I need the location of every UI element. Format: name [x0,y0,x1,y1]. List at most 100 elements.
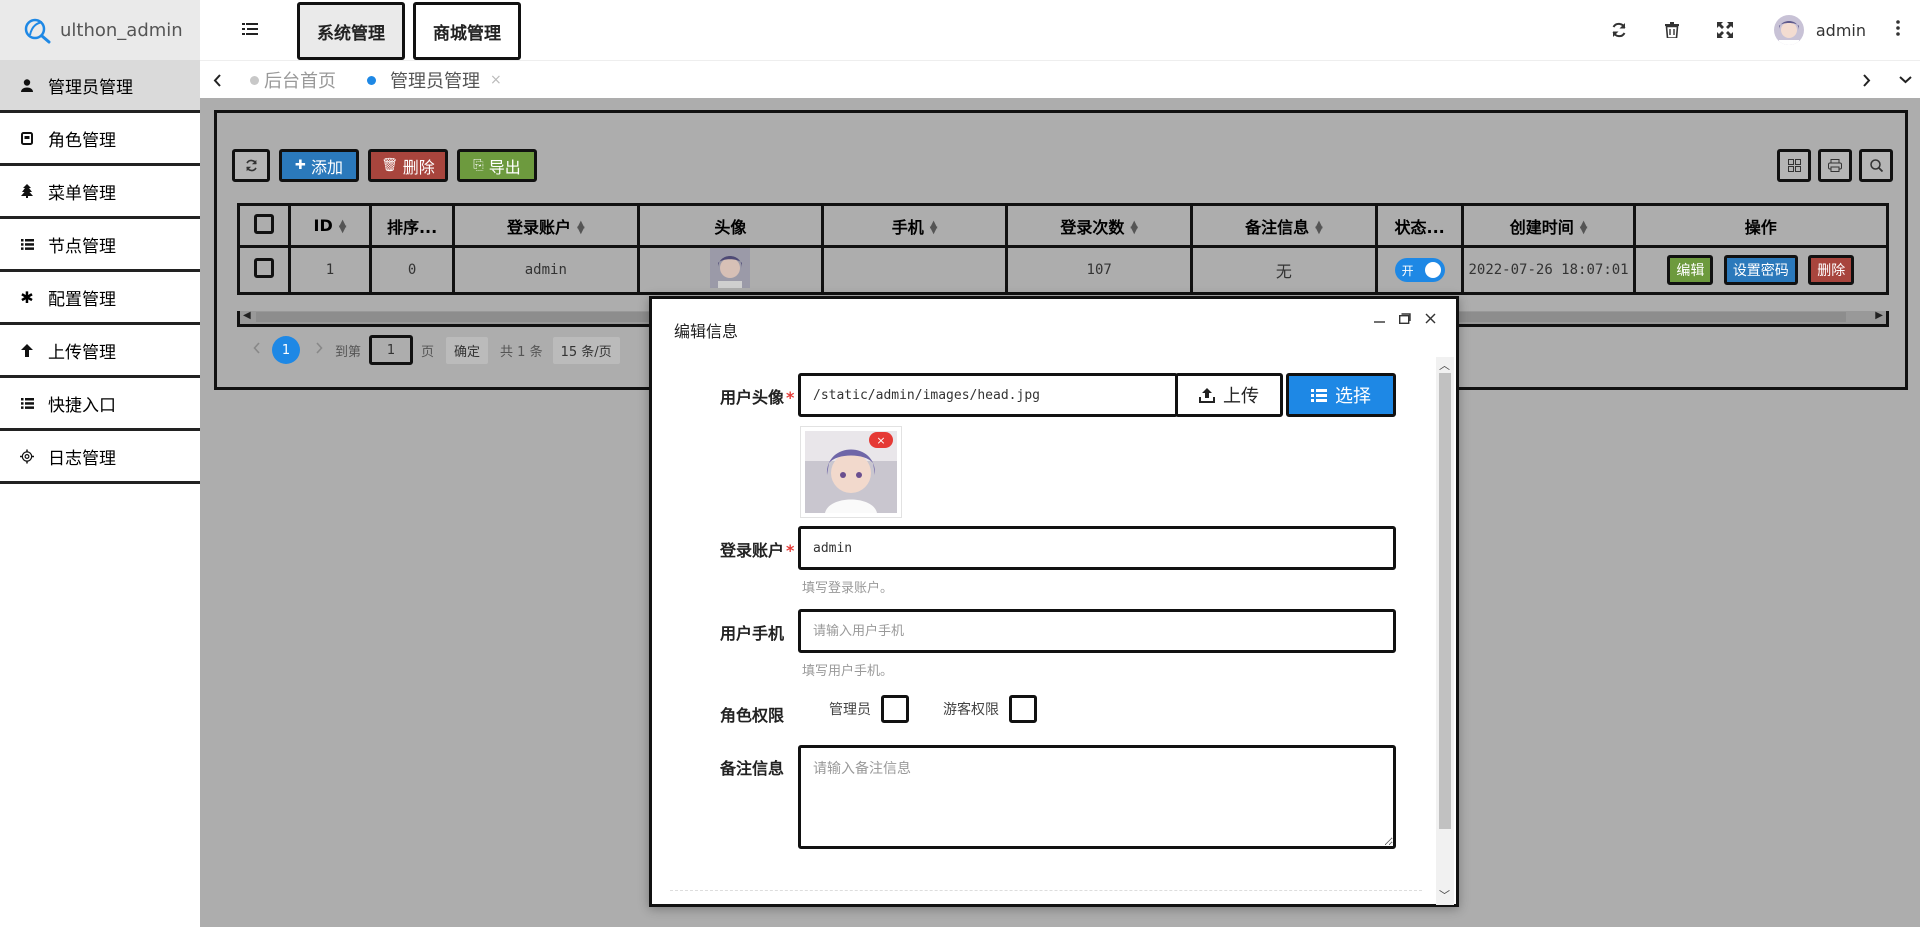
add-button[interactable]: ✚ 添加 [279,149,359,182]
tab-dot [250,75,259,85]
logo-icon [24,18,51,44]
chevron-left-icon[interactable] [202,61,232,99]
print-button[interactable] [1818,149,1852,182]
prev-page-icon[interactable] [253,342,260,358]
sidebar-item-label: 角色管理 [48,130,116,151]
role-option-admin[interactable]: 管理员 [829,695,909,723]
col-logins[interactable]: 登录次数 ▲ ▼ [1005,203,1194,248]
chevron-right-icon[interactable] [1852,61,1882,99]
upload-button[interactable]: 上传 [1175,373,1283,417]
minimize-icon[interactable] [1374,313,1385,324]
role-checkbox[interactable] [881,695,909,723]
sort-icon[interactable]: ▲ ▼ [577,220,585,236]
col-account[interactable]: 登录账户 ▲ ▼ [451,203,640,248]
scroll-up-icon[interactable]: ︿ [1439,357,1450,373]
sidebar-item-log[interactable]: 日志管理 [0,431,200,484]
sort-icon[interactable]: ▲ ▼ [339,218,347,234]
remark-field-label: 备注信息 [720,755,784,779]
row-delete-button[interactable]: 删除 [1808,255,1855,285]
page-size-select[interactable]: 15 条/页 [552,336,620,364]
avatar-thumbnail[interactable] [710,248,751,288]
sidebar-item-menu[interactable]: 菜单管理 [0,166,200,219]
account-help-text: 填写登录账户。 [802,581,894,596]
avatar[interactable] [1773,15,1804,45]
row-select-cell[interactable] [237,245,291,295]
upload-icon [1199,387,1215,403]
sidebar-item-config[interactable]: ✱ 配置管理 [0,272,200,325]
col-sort[interactable]: 排序... [369,203,455,248]
phone-input[interactable] [798,609,1396,653]
col-id[interactable]: ID ▲ ▼ [287,203,373,248]
required-mark: * [786,541,795,560]
list-icon [1311,388,1327,402]
page-tab-home[interactable]: 后台首页 [250,61,336,99]
remove-image-button[interactable]: × [869,432,893,448]
chevron-down-icon[interactable] [1890,61,1920,99]
sidebar-item-upload[interactable]: 上传管理 [0,325,200,378]
col-remark[interactable]: 备注信息 ▲ ▼ [1190,203,1378,248]
search-button[interactable] [1859,149,1893,182]
refresh-button[interactable] [232,149,270,182]
logo[interactable]: ulthon_admin [0,0,200,60]
page-number[interactable]: 1 [272,336,300,364]
sort-icon[interactable]: ▲ ▼ [930,220,938,236]
maximize-icon[interactable] [1399,313,1411,324]
goto-confirm-button[interactable]: 确定 [446,336,489,364]
role-option-guest[interactable]: 游客权限 [943,695,1037,723]
more-vertical-icon[interactable] [1896,20,1900,40]
cell-sort: 0 [369,245,455,295]
trash-icon[interactable] [1646,22,1699,38]
tab-label: 商城管理 [433,23,501,44]
select-file-button[interactable]: 选择 [1286,373,1396,417]
avatar-path-input[interactable] [798,373,1178,417]
col-created[interactable]: 创建时间 ▲ ▼ [1461,203,1636,248]
close-icon[interactable]: × [490,72,502,88]
user-name[interactable]: admin [1816,21,1866,40]
tab-shop[interactable]: 商城管理 [413,2,521,60]
scroll-down-icon[interactable]: ﹀ [1439,887,1450,903]
sort-icon[interactable]: ▲ ▼ [1580,220,1588,236]
app-title: ulthon_admin [60,19,183,41]
menu-toggle-icon[interactable] [242,22,258,40]
select-all-checkbox[interactable] [253,213,274,234]
set-password-button[interactable]: 设置密码 [1723,255,1798,285]
refresh-icon[interactable] [1593,22,1646,38]
col-label: 备注信息 [1245,217,1310,237]
account-input[interactable] [798,526,1396,570]
sort-icon[interactable]: ▲ ▼ [1130,220,1138,236]
role-icon [20,131,34,145]
scroll-thumb[interactable] [1439,373,1451,829]
page-tab-label: 后台首页 [264,71,336,92]
scroll-right-icon[interactable]: ▶ [1875,310,1883,321]
col-label: 排序... [386,217,438,237]
status-switch[interactable]: 开 [1394,258,1445,282]
columns-button[interactable] [1777,149,1811,182]
scroll-left-icon[interactable]: ◀ [243,310,251,321]
dialog-vertical-scrollbar[interactable]: ︿ ﹀ [1436,357,1454,905]
row-checkbox[interactable] [253,258,274,278]
page-tab-admin[interactable]: 管理员管理 × [367,61,502,99]
export-button[interactable]: ⎘ 导出 [457,149,537,182]
col-phone[interactable]: 手机 ▲ ▼ [820,203,1009,248]
edit-button[interactable]: 编辑 [1667,255,1714,285]
close-icon[interactable] [1425,313,1436,324]
fullscreen-icon[interactable] [1699,22,1752,38]
sidebar-item-admin[interactable]: 管理员管理 [0,60,200,113]
sidebar-item-shortcut[interactable]: 快捷入口 [0,378,200,431]
role-checkbox[interactable] [1009,695,1037,723]
label-text: 登录账户 [720,541,785,560]
delete-button[interactable]: 🗑 删除 [368,149,448,182]
tab-dot [367,75,376,85]
sidebar-item-node[interactable]: 节点管理 [0,219,200,272]
col-status[interactable]: 状态... [1374,203,1465,248]
tab-system[interactable]: 系统管理 [297,2,405,60]
next-page-icon[interactable] [316,342,323,358]
select-all-cell[interactable] [237,203,291,248]
sidebar-item-role[interactable]: 角色管理 [0,113,200,166]
goto-page-input[interactable]: 1 [369,335,414,365]
roles-field-label: 角色权限 [720,702,784,726]
export-file-icon: ⎘ [473,158,484,173]
remark-textarea[interactable] [798,745,1396,849]
sort-icon[interactable]: ▲ ▼ [1315,220,1323,236]
export-label: 导出 [488,157,521,177]
